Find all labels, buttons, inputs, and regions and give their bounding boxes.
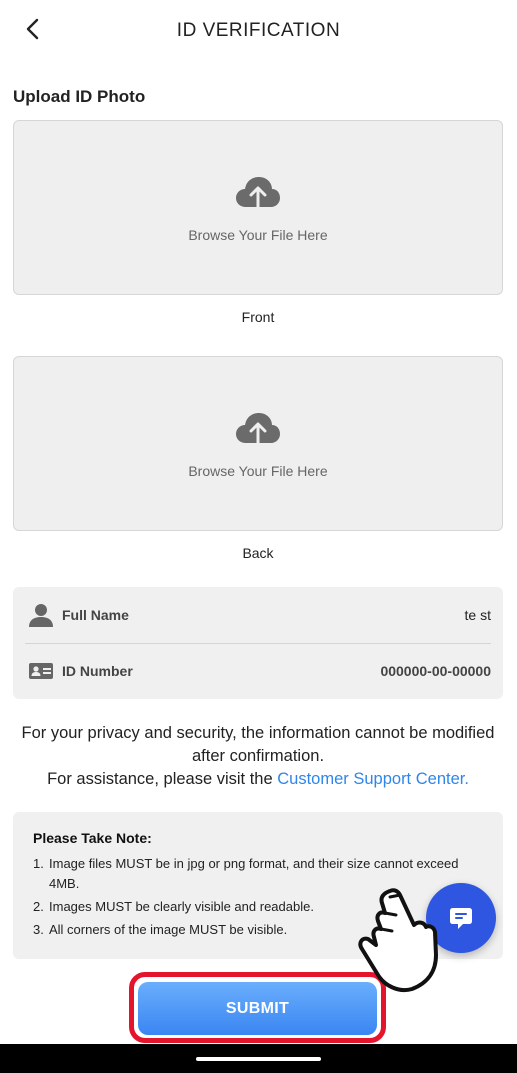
privacy-text: For your privacy and security, the infor… bbox=[21, 724, 495, 765]
list-item: 2. Images MUST be clearly visible and rea… bbox=[33, 899, 314, 914]
upload-back-caption: Back bbox=[242, 545, 274, 561]
full-name-row: Full Name te st bbox=[25, 587, 491, 643]
upload-section-title: Upload ID Photo bbox=[13, 87, 146, 106]
note-list: 1. Image files MUST be in jpg or png form… bbox=[33, 854, 483, 940]
upload-back-box[interactable]: Browse Your File Here bbox=[13, 356, 503, 531]
full-name-value: te st bbox=[464, 607, 491, 623]
id-number-value: 000000-00-00000 bbox=[380, 663, 491, 679]
customer-support-link[interactable]: Customer Support Center. bbox=[277, 770, 469, 788]
note-box: Please Take Note: 1. Image files MUST be … bbox=[13, 812, 503, 959]
chat-message-icon bbox=[450, 908, 472, 929]
chevron-left-icon bbox=[26, 18, 39, 40]
back-button[interactable] bbox=[18, 14, 48, 44]
id-number-row: ID Number 000000-00-00000 bbox=[25, 643, 491, 699]
full-name-label: Full Name bbox=[62, 607, 129, 623]
page-title: ID VERIFICATION bbox=[176, 20, 341, 41]
app-header: ID VERIFICATION bbox=[0, 0, 517, 62]
id-number-label: ID Number bbox=[62, 663, 133, 679]
system-navigation-bar bbox=[0, 1044, 517, 1073]
upload-front-caption: Front bbox=[241, 309, 275, 325]
cloud-upload-icon bbox=[236, 176, 280, 208]
note-title: Please Take Note: bbox=[33, 830, 152, 846]
privacy-notice: For your privacy and security, the infor… bbox=[13, 722, 503, 791]
list-item: 3. All corners of the image MUST be visib… bbox=[33, 922, 288, 937]
user-icon bbox=[25, 599, 57, 631]
list-item: 1. Image files MUST be in jpg or png form… bbox=[33, 856, 459, 891]
upload-front-prompt: Browse Your File Here bbox=[188, 226, 328, 243]
upload-front-box[interactable]: Browse Your File Here bbox=[13, 120, 503, 295]
user-info-card: Full Name te st ID Number 000000-00-0000… bbox=[13, 587, 503, 699]
home-indicator[interactable] bbox=[196, 1057, 321, 1061]
assistance-prefix: For assistance, please visit the bbox=[47, 770, 278, 788]
chat-button[interactable] bbox=[426, 883, 496, 953]
id-card-icon bbox=[25, 655, 57, 687]
cloud-upload-icon bbox=[236, 412, 280, 444]
upload-back-prompt: Browse Your File Here bbox=[188, 462, 328, 479]
submit-button[interactable]: SUBMIT bbox=[138, 982, 377, 1035]
assistance-text: For assistance, please visit the Custome… bbox=[13, 768, 503, 791]
